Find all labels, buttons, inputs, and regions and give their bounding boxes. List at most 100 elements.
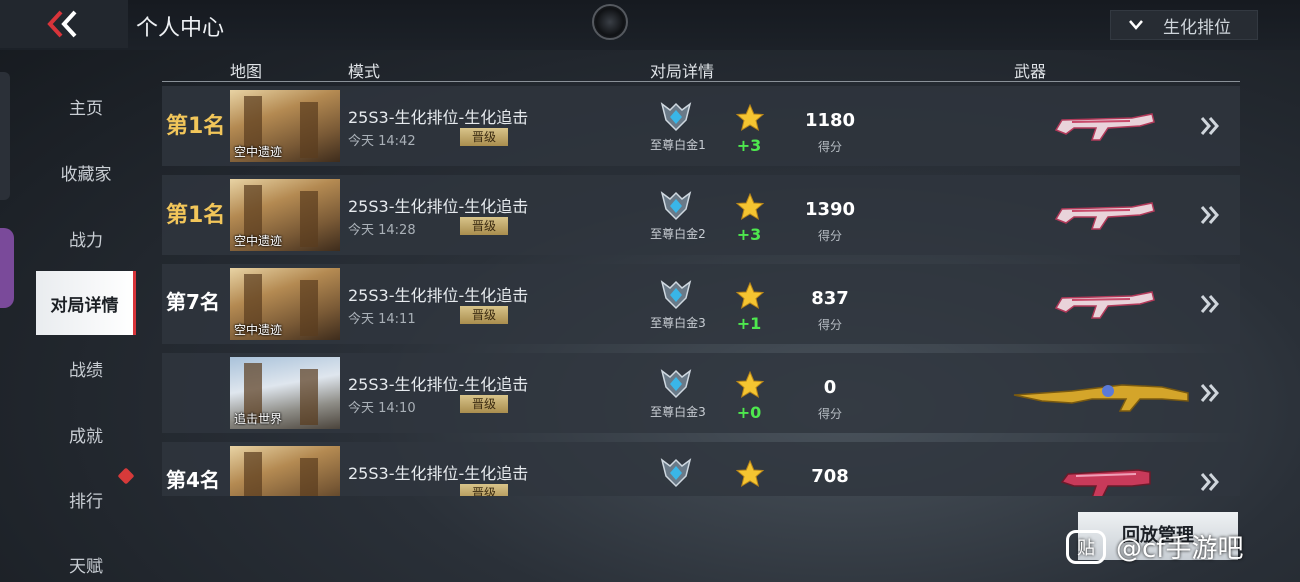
match-list[interactable]: 第1名 空中遗迹 25S3-生化排位-生化追击 今天 14:42 晋级 至尊白金…: [162, 86, 1240, 496]
score-value: 1390: [804, 199, 856, 220]
map-thumbnail: 追击世界: [230, 357, 340, 429]
header-details: 对局详情: [650, 62, 715, 81]
map-thumbnail: 空中遗迹: [230, 90, 340, 162]
map-thumbnail: 空中遗迹: [230, 179, 340, 251]
mode-text: 25S3-生化排位-生化追击: [348, 197, 529, 216]
tier-badge-icon: [660, 369, 692, 399]
page-title: 个人中心: [136, 16, 225, 41]
sidebar: 主页 收藏家 战力 对局详情 战绩 成就 排行 天赋: [0, 72, 136, 582]
tier-badge-icon: [660, 191, 692, 221]
score-value: 837: [811, 288, 849, 309]
top-bar: 个人中心 生化排位: [0, 0, 1300, 50]
header-mode: 模式: [348, 62, 381, 81]
map-thumbnail-detail: [300, 280, 318, 336]
score-label: 得分: [817, 407, 842, 421]
sidebar-item-achievements[interactable]: 成就: [36, 402, 136, 466]
watermark: 贴 @cf手游吧: [1066, 528, 1243, 565]
score-label: 得分: [817, 229, 842, 243]
promotion-badge: 晋级: [460, 306, 508, 324]
weapon-icon: [1012, 367, 1192, 419]
sidebar-item-label: 对局详情: [50, 295, 119, 316]
sidebar-item-label: 战力: [69, 230, 103, 251]
weapon-icon: [1012, 100, 1192, 152]
weapon-icon: [1012, 189, 1192, 241]
mode-text: 25S3-生化排位-生化追击: [348, 464, 529, 483]
sidebar-item-label: 收藏家: [60, 164, 112, 185]
tier-name: 至尊白金3: [650, 316, 706, 330]
sidebar-item-label: 主页: [69, 98, 103, 119]
match-time: 今天 14:42: [348, 134, 416, 149]
back-button[interactable]: [0, 0, 128, 48]
map-thumbnail-detail: [300, 458, 318, 496]
map-thumbnail-detail: [244, 452, 262, 496]
star-delta: +3: [736, 225, 762, 244]
tieba-logo-icon: 贴: [1066, 529, 1106, 564]
star-delta: +0: [736, 403, 762, 422]
map-thumbnail-detail: [300, 191, 318, 247]
mode-text: 25S3-生化排位-生化追击: [348, 108, 529, 127]
promotion-badge: 晋级: [460, 128, 508, 146]
tier-name: 至尊白金1: [650, 138, 706, 152]
score-value: 708: [811, 466, 849, 487]
score-value: 1180: [804, 110, 856, 131]
rank-label: 第1名: [166, 114, 226, 139]
table-header-wrap: 地图 模式 对局详情 武器: [162, 54, 1240, 82]
table-row[interactable]: 追击世界 25S3-生化排位-生化追击 今天 14:10 晋级 至尊白金3 +0…: [162, 353, 1240, 433]
double-chevron-right-icon[interactable]: [1198, 470, 1222, 494]
table-row[interactable]: 第4名 25S3-生化排位-生化追击 晋级 708 得分: [162, 442, 1240, 496]
star-icon: [736, 193, 764, 221]
double-chevron-right-icon[interactable]: [1198, 381, 1222, 405]
star-delta: +3: [736, 136, 762, 155]
double-chevron-right-icon[interactable]: [1198, 114, 1222, 138]
map-thumbnail: [230, 446, 340, 496]
sidebar-item-record[interactable]: 战绩: [36, 336, 136, 400]
mode-text: 25S3-生化排位-生化追击: [348, 375, 529, 394]
star-delta: +1: [736, 314, 762, 333]
watermark-text: @cf手游吧: [1116, 534, 1244, 564]
map-name: 追击世界: [234, 412, 283, 426]
score-label: 得分: [790, 494, 870, 496]
table-row[interactable]: 第7名 空中遗迹 25S3-生化排位-生化追击 今天 14:11 晋级 至尊白金…: [162, 264, 1240, 344]
map-thumbnail: 空中遗迹: [230, 268, 340, 340]
mode-dropdown[interactable]: 生化排位: [1110, 10, 1258, 40]
mode-dropdown-label: 生化排位: [1163, 17, 1231, 38]
back-chevron-icon: [47, 10, 77, 38]
table-row[interactable]: 第1名 空中遗迹 25S3-生化排位-生化追击 今天 14:28 晋级 至尊白金…: [162, 175, 1240, 255]
map-thumbnail-detail: [300, 369, 318, 425]
sidebar-item-talent[interactable]: 天赋: [36, 532, 136, 582]
sidebar-item-match-details[interactable]: 对局详情: [36, 271, 136, 335]
sidebar-item-label: 天赋: [69, 556, 103, 577]
mode-text: 25S3-生化排位-生化追击: [348, 286, 529, 305]
table-row[interactable]: 第1名 空中遗迹 25S3-生化排位-生化追击 今天 14:42 晋级 至尊白金…: [162, 86, 1240, 166]
chevron-down-icon: [1129, 20, 1143, 30]
tier-name: 至尊白金2: [650, 227, 706, 241]
star-icon: [736, 460, 764, 488]
weapon-icon: [1012, 278, 1192, 330]
sidebar-item-collector[interactable]: 收藏家: [36, 140, 136, 204]
double-chevron-right-icon[interactable]: [1198, 203, 1222, 227]
sidebar-item-label: 战绩: [69, 360, 103, 381]
double-chevron-right-icon[interactable]: [1198, 292, 1222, 316]
map-name: 空中遗迹: [234, 323, 283, 337]
map-name: 空中遗迹: [234, 234, 283, 248]
sidebar-item-power[interactable]: 战力: [36, 206, 136, 270]
map-thumbnail-detail: [300, 102, 318, 158]
score-label: 得分: [817, 140, 842, 154]
promotion-badge: 晋级: [460, 484, 508, 496]
tier-badge-icon: [660, 458, 692, 488]
tier-badge-icon: [660, 280, 692, 310]
score-label: 得分: [817, 318, 842, 332]
header-weapon: 武器: [1014, 62, 1047, 81]
sidebar-item-label: 成就: [69, 426, 103, 447]
star-icon: [736, 282, 764, 310]
camera-notch: [592, 4, 628, 40]
tier-name: 至尊白金3: [650, 405, 706, 419]
map-name: 空中遗迹: [234, 145, 283, 159]
star-icon: [736, 371, 764, 399]
header-map: 地图: [230, 62, 263, 81]
match-time: 今天 14:11: [348, 312, 416, 327]
sidebar-item-home[interactable]: 主页: [36, 74, 136, 138]
star-icon: [736, 104, 764, 132]
promotion-badge: 晋级: [460, 217, 508, 235]
rank-label: 第4名: [166, 468, 220, 492]
